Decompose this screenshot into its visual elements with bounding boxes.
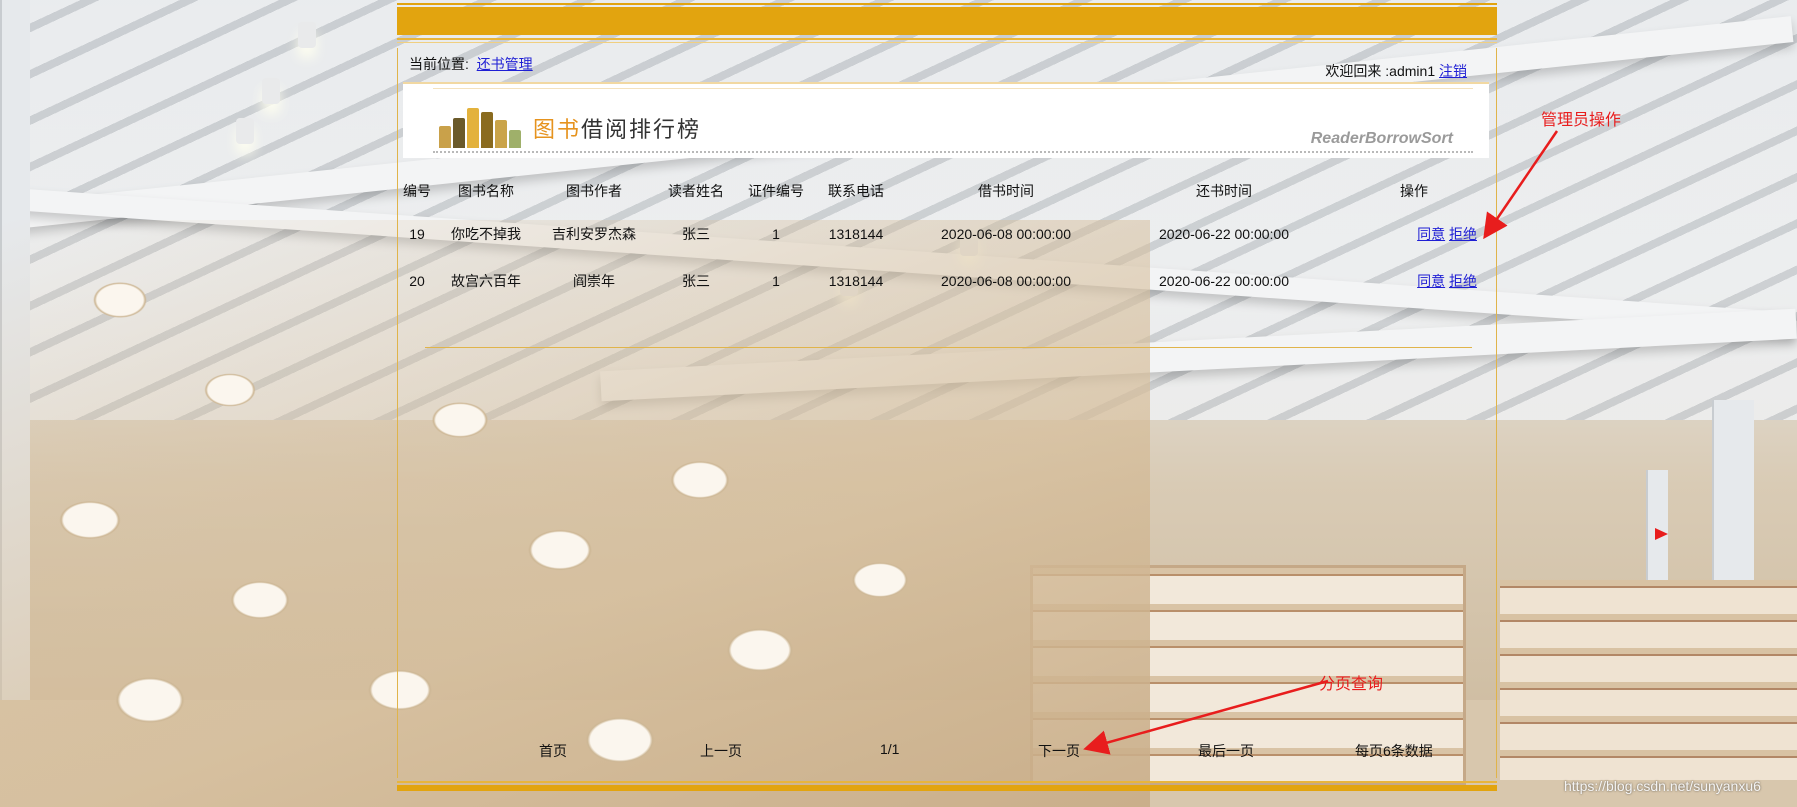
- arrow-mark: [1655, 528, 1668, 540]
- annotation-arrows: [1083, 130, 1668, 755]
- arrow-to-actions: [1483, 130, 1559, 240]
- watermark: https://blog.csdn.net/sunyanxu6: [1564, 778, 1761, 794]
- arrow-to-next-page: [1083, 679, 1329, 755]
